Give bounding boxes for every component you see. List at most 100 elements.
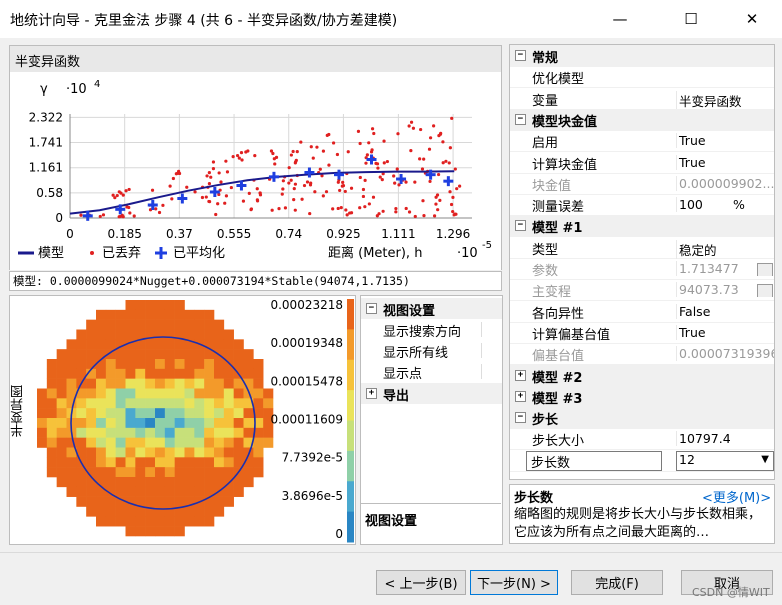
property-row[interactable]: 步长大小 10797.4 bbox=[510, 428, 774, 451]
surface-cell bbox=[164, 457, 175, 468]
property-row[interactable]: 主变程 94073.73 bbox=[510, 279, 774, 302]
property-row[interactable]: 优化模型✓ bbox=[510, 66, 774, 89]
property-row[interactable]: 块金值 0.000009902... bbox=[510, 173, 774, 195]
minimize-button[interactable]: — bbox=[597, 0, 643, 38]
property-row[interactable]: 参数 1.713477 bbox=[510, 258, 774, 280]
property-value[interactable]: 100% bbox=[676, 197, 774, 213]
property-row[interactable]: 计算块金值 True bbox=[510, 152, 774, 174]
finish-button[interactable]: 完成(F) bbox=[571, 570, 663, 595]
expand-icon[interactable]: + bbox=[515, 390, 526, 402]
property-row[interactable]: 启用 True bbox=[510, 130, 774, 153]
collapse-icon[interactable]: − bbox=[366, 303, 377, 314]
property-category[interactable]: − 模型块金值 bbox=[510, 108, 774, 131]
surface-cell bbox=[86, 388, 97, 399]
view-item-search-direction[interactable]: 显示搜索方向 bbox=[361, 319, 502, 340]
discarded-point bbox=[309, 181, 313, 185]
property-category[interactable]: − 模型 #1 bbox=[510, 215, 774, 238]
discarded-point bbox=[338, 188, 342, 193]
property-value[interactable]: 12 ▼ bbox=[676, 450, 774, 471]
collapse-icon[interactable]: − bbox=[515, 412, 526, 424]
color-ramp-segment bbox=[347, 359, 354, 391]
property-value[interactable]: 1.713477 bbox=[676, 261, 774, 276]
back-button[interactable]: < 上一步(B) bbox=[376, 570, 466, 595]
surface-cell bbox=[125, 486, 136, 497]
next-button[interactable]: 下一步(N) > bbox=[470, 570, 558, 595]
view-item-value[interactable] bbox=[481, 322, 500, 337]
property-category[interactable]: + 模型 #3 bbox=[510, 385, 774, 408]
view-item-show-all-lines[interactable]: 显示所有线 bbox=[361, 340, 502, 361]
property-category[interactable]: + 模型 #2 bbox=[510, 364, 774, 387]
discarded-point bbox=[292, 197, 296, 202]
surface-cell bbox=[184, 477, 195, 488]
surface-cell bbox=[37, 408, 48, 419]
surface-cell bbox=[214, 388, 225, 399]
surface-cell bbox=[263, 427, 274, 438]
surface-cell bbox=[194, 506, 205, 517]
surface-cell bbox=[56, 477, 67, 488]
export-group[interactable]: + 导出 bbox=[361, 383, 502, 404]
surface-cell bbox=[164, 516, 175, 527]
discarded-point bbox=[171, 176, 175, 181]
property-label: 偏基台值 bbox=[532, 349, 585, 365]
property-value[interactable]: True bbox=[676, 133, 774, 149]
property-value[interactable]: 0.000009902... bbox=[676, 175, 774, 191]
surface-cell bbox=[204, 378, 215, 389]
property-row[interactable]: 类型 稳定的 bbox=[510, 237, 774, 259]
surface-cell bbox=[204, 467, 215, 478]
property-category[interactable]: − 常规 bbox=[510, 45, 774, 67]
discarded-point bbox=[111, 193, 115, 197]
surface-cell bbox=[223, 349, 234, 360]
surface-cell bbox=[223, 496, 234, 507]
property-label: 参数 bbox=[532, 264, 559, 279]
close-button[interactable]: ✕ bbox=[729, 0, 775, 38]
property-row[interactable]: 步长数 12 ▼ bbox=[510, 449, 774, 472]
expand-icon[interactable]: + bbox=[515, 369, 526, 381]
discarded-point bbox=[101, 213, 106, 217]
surface-cell bbox=[233, 339, 244, 350]
surface-cell bbox=[184, 506, 195, 517]
surface-cell bbox=[194, 349, 205, 360]
discarded-point bbox=[291, 149, 295, 154]
view-settings-group[interactable]: − 视图设置 bbox=[361, 298, 502, 319]
property-value[interactable]: 94073.73 bbox=[676, 282, 774, 298]
property-label: 模型块金值 bbox=[532, 114, 598, 130]
view-item-value[interactable] bbox=[481, 343, 500, 358]
calculator-icon[interactable] bbox=[757, 284, 773, 298]
property-row[interactable]: 偏基台值 0.00007319396 bbox=[510, 343, 775, 366]
property-value[interactable]: 稳定的 bbox=[676, 239, 774, 259]
semivariogram-surface-panel[interactable]: 0.00023218 0.00019348 0.00015478 0.00011609… bbox=[9, 295, 356, 545]
surface-cell bbox=[155, 418, 166, 429]
property-row[interactable]: 各向异性 False bbox=[510, 301, 774, 323]
more-link[interactable]: <更多(M)> bbox=[702, 487, 771, 506]
view-item-show-points[interactable]: 显示点 bbox=[361, 361, 502, 382]
surface-cell bbox=[184, 349, 195, 360]
collapse-icon[interactable]: − bbox=[515, 50, 526, 61]
property-category[interactable]: − 步长 bbox=[510, 407, 774, 430]
property-value[interactable]: 10797.4 bbox=[676, 431, 774, 447]
property-value[interactable]: False bbox=[676, 303, 774, 319]
property-value[interactable]: True bbox=[676, 324, 774, 340]
discarded-point bbox=[150, 188, 155, 192]
property-value-text: 0.00007319396 bbox=[679, 346, 775, 362]
collapse-icon[interactable]: − bbox=[515, 113, 526, 125]
chevron-down-icon[interactable]: ▼ bbox=[761, 454, 769, 465]
surface-cell bbox=[96, 437, 107, 448]
maximize-button[interactable]: ☐ bbox=[668, 0, 714, 38]
property-value[interactable]: True bbox=[676, 154, 774, 170]
collapse-icon[interactable]: − bbox=[515, 220, 526, 232]
calculator-icon[interactable] bbox=[757, 263, 773, 276]
property-row[interactable]: 计算偏基台值 True bbox=[510, 322, 774, 344]
view-item-value[interactable] bbox=[481, 364, 500, 379]
property-value[interactable]: 半变异函数 bbox=[676, 90, 774, 110]
surface-cell bbox=[96, 447, 107, 458]
expand-icon[interactable]: + bbox=[366, 388, 377, 399]
surface-cell bbox=[115, 467, 126, 478]
property-row[interactable]: 测量误差 100% bbox=[510, 194, 774, 217]
property-row[interactable]: 变量 半变异函数 bbox=[510, 88, 774, 110]
surface-cell bbox=[135, 319, 146, 330]
semivariogram-chart[interactable]: γ ·10 4 2.322 1.741 1.161 0.58 0 0 0.185 0.37 0.555… bbox=[9, 72, 502, 270]
surface-cell bbox=[96, 339, 107, 350]
property-value[interactable]: 0.00007319396 bbox=[676, 346, 775, 362]
surface-cell bbox=[76, 349, 87, 360]
discarded-point bbox=[128, 211, 132, 215]
